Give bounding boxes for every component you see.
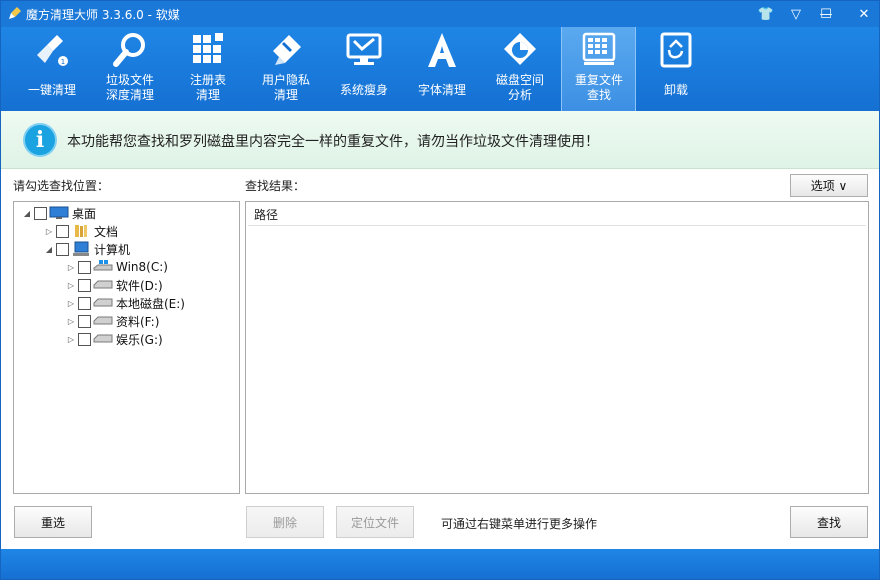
tree-item-label: 本地磁盘(E:) [116, 296, 185, 311]
broom-icon: 1 [37, 35, 68, 66]
checkbox[interactable] [78, 332, 91, 346]
title-bar: 魔方清理大师 3.3.6.0 - 软媒 👕 ▽ — ☐ ✕ [1, 1, 879, 27]
menu-button[interactable]: ▽ [782, 3, 810, 25]
expand-arrow-icon[interactable]: ◢ [22, 209, 32, 218]
tree-item-drive-c[interactable]: ▷ Win8(C:) [66, 258, 168, 276]
tree-item-drive-f[interactable]: ▷ 资料(F:) [66, 312, 159, 330]
app-window: 魔方清理大师 3.3.6.0 - 软媒 👕 ▽ — ☐ ✕ 1 一键清理 垃圾文… [0, 0, 880, 580]
banner-text: 本功能帮您查找和罗列磁盘里内容完全一样的重复文件，请勿当作垃圾文件清理使用！ [67, 134, 599, 150]
search-results-label: 查找结果： [245, 179, 306, 193]
system-drive-icon [93, 259, 113, 275]
tree-item-drive-d[interactable]: ▷ 软件(D:) [66, 276, 163, 294]
magnifier-icon [113, 33, 145, 67]
tool-system-slim[interactable]: 系统瘦身 [327, 27, 401, 111]
expand-arrow-icon[interactable]: ▷ [66, 335, 76, 344]
tree-item-label: Win8(C:) [116, 260, 168, 274]
checkbox[interactable] [56, 224, 69, 238]
tree-item-label: 资料(F:) [116, 314, 160, 329]
privacy-eraser-icon [273, 35, 301, 65]
tool-label: 垃圾文件 深度清理 [105, 73, 154, 102]
checkbox[interactable] [56, 242, 69, 256]
window-title: 魔方清理大师 3.3.6.0 - 软媒 [26, 8, 180, 22]
tool-label: 磁盘空间 分析 [495, 73, 544, 102]
search-button[interactable]: 查找 [790, 506, 868, 538]
checkbox[interactable] [34, 206, 47, 220]
app-logo-icon [9, 7, 21, 19]
tree-item-desktop[interactable]: ◢ 桌面 [22, 204, 96, 222]
expand-arrow-icon[interactable]: ▷ [66, 317, 76, 326]
options-button[interactable]: 选项 ∨ [790, 174, 868, 197]
checkbox[interactable] [78, 314, 91, 328]
close-button[interactable]: ✕ [850, 3, 878, 25]
font-a-icon [428, 33, 456, 67]
info-icon: i [23, 123, 57, 157]
tree-item-drive-g[interactable]: ▷ 娱乐(G:) [66, 330, 163, 348]
registry-blocks-icon [193, 33, 223, 63]
tool-label: 用户隐私 清理 [261, 73, 310, 102]
tool-deep-junk-clean[interactable]: 垃圾文件 深度清理 [93, 27, 167, 111]
expand-arrow-icon[interactable]: ▷ [66, 263, 76, 272]
tool-registry-clean[interactable]: 注册表 清理 [171, 27, 245, 111]
context-menu-hint: 可通过右键菜单进行更多操作 [441, 517, 598, 531]
tool-label: 字体清理 [417, 83, 466, 97]
tree-item-label: 桌面 [72, 206, 97, 221]
tool-label: 重复文件 查找 [574, 73, 623, 102]
search-location-label: 请勾选查找位置： [13, 179, 110, 193]
locate-file-button[interactable]: 定位文件 [336, 506, 414, 538]
location-tree[interactable]: ◢ 桌面 ▷ 文档 ◢ 计算机 ▷ Win8(C:) ▷ 软件(D:) ▷ 本地… [13, 201, 240, 494]
drive-icon [93, 313, 113, 329]
duplicate-grid-icon [582, 32, 616, 65]
tree-item-computer[interactable]: ◢ 计算机 [44, 240, 130, 258]
recycle-icon [660, 32, 692, 68]
checkbox[interactable] [78, 296, 91, 310]
drive-icon [93, 295, 113, 311]
tool-font-clean[interactable]: 字体清理 [405, 27, 479, 111]
tree-item-documents[interactable]: ▷ 文档 [44, 222, 118, 240]
info-banner: i 本功能帮您查找和罗列磁盘里内容完全一样的重复文件，请勿当作垃圾文件清理使用！ [1, 111, 879, 169]
results-list[interactable]: 路径 [245, 201, 869, 494]
computer-icon [71, 241, 91, 257]
maximize-button[interactable]: ☐ [812, 3, 840, 25]
skin-button[interactable]: 👕 [752, 3, 780, 25]
tool-privacy-clean[interactable]: 用户隐私 清理 [249, 27, 323, 111]
expand-arrow-icon[interactable]: ◢ [44, 245, 54, 254]
column-header-path[interactable]: 路径 [248, 204, 866, 226]
expand-arrow-icon[interactable]: ▷ [66, 299, 76, 308]
checkbox[interactable] [78, 260, 91, 274]
status-bar [1, 549, 879, 579]
tool-uninstall[interactable]: 卸载 [639, 27, 713, 111]
tool-disk-space-analysis[interactable]: 磁盘空间 分析 [483, 27, 557, 111]
documents-folder-icon [71, 223, 91, 239]
monitor-icon [346, 33, 382, 65]
delete-button[interactable]: 删除 [246, 506, 324, 538]
disk-pie-icon [504, 33, 536, 65]
tree-item-label: 软件(D:) [116, 278, 163, 293]
main-toolbar: 1 一键清理 垃圾文件 深度清理 注册表 清理 用户隐私 清理 系统瘦身 字体清… [1, 27, 879, 111]
tool-duplicate-file-finder[interactable]: 重复文件 查找 [561, 27, 636, 111]
desktop-icon [49, 205, 69, 221]
drive-icon [93, 331, 113, 347]
tree-item-label: 计算机 [94, 242, 131, 257]
checkbox[interactable] [78, 278, 91, 292]
tool-label: 卸载 [663, 83, 688, 97]
tree-item-label: 娱乐(G:) [116, 332, 163, 347]
tool-label: 注册表 清理 [189, 73, 226, 102]
svg-text:1: 1 [61, 58, 65, 66]
tool-label: 系统瘦身 [339, 83, 388, 97]
expand-arrow-icon[interactable]: ▷ [66, 281, 76, 290]
reselect-button[interactable]: 重选 [14, 506, 92, 538]
drive-icon [93, 277, 113, 293]
expand-arrow-icon[interactable]: ▷ [44, 227, 54, 236]
tool-one-click-clean[interactable]: 1 一键清理 [15, 27, 89, 111]
tree-item-label: 文档 [94, 224, 119, 239]
tree-item-drive-e[interactable]: ▷ 本地磁盘(E:) [66, 294, 185, 312]
tool-label: 一键清理 [27, 83, 76, 97]
